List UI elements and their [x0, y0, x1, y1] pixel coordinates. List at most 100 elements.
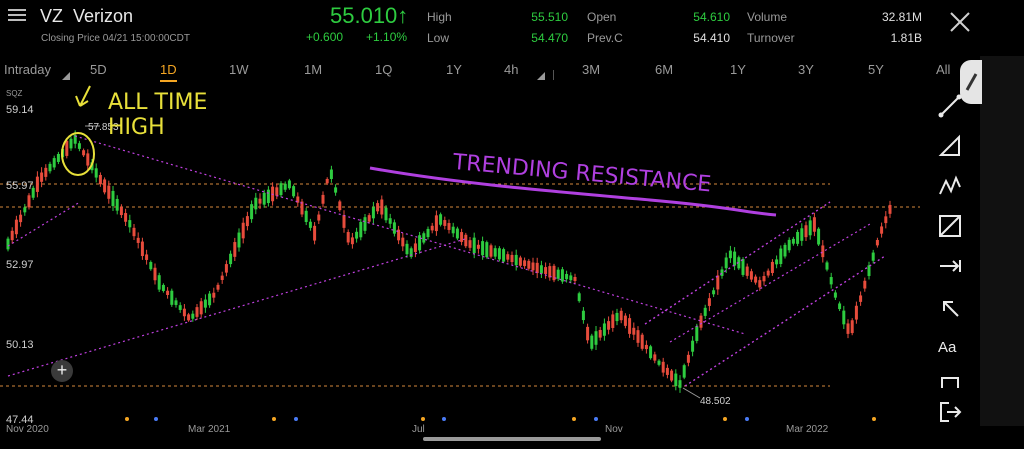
pattern-tool-icon[interactable]: [936, 172, 964, 200]
candle-body: [695, 326, 699, 341]
tab-3m[interactable]: 3M: [582, 62, 600, 77]
text-tool-button[interactable]: Aa: [938, 339, 956, 356]
event-dot[interactable]: [272, 417, 276, 421]
candle-body: [48, 163, 52, 172]
candle-body: [350, 237, 354, 245]
candle-body: [178, 305, 182, 310]
candle-body: [749, 271, 753, 280]
dropdown-caret-icon: [62, 72, 70, 80]
candle-body: [804, 225, 808, 238]
tab-5d[interactable]: 5D: [90, 62, 107, 77]
candle-body: [191, 313, 195, 319]
tab-1w[interactable]: 1W: [229, 62, 249, 77]
candle-body: [871, 252, 875, 261]
tab-3y[interactable]: 3Y: [798, 62, 814, 77]
candle-body: [720, 269, 724, 276]
tab-1d[interactable]: 1D: [160, 62, 177, 82]
candle-body: [216, 284, 220, 290]
candle-body: [544, 267, 548, 275]
tab-1m[interactable]: 1M: [304, 62, 322, 77]
tab-intraday[interactable]: Intraday: [4, 62, 51, 77]
candle-body: [422, 233, 426, 243]
tab-1y[interactable]: 1Y: [446, 62, 462, 77]
line-tool-icon[interactable]: [936, 92, 964, 120]
candle-body: [514, 254, 518, 266]
home-indicator[interactable]: [423, 437, 601, 441]
close-icon[interactable]: [947, 9, 973, 35]
candle-body: [35, 176, 39, 192]
tab-4h[interactable]: 4h: [504, 62, 518, 77]
horizontal-ray-icon[interactable]: [936, 252, 964, 280]
event-dot[interactable]: [294, 417, 298, 421]
candle-body: [241, 222, 245, 239]
candle-body: [472, 237, 476, 254]
triangle-tool-icon[interactable]: [936, 132, 964, 160]
add-indicator-button[interactable]: +: [51, 360, 73, 382]
candle-body: [775, 259, 779, 265]
event-dot[interactable]: [125, 417, 129, 421]
candle-body: [812, 217, 816, 232]
candle-body: [128, 220, 132, 228]
tab-5y[interactable]: 5Y: [868, 62, 884, 77]
candle-body: [712, 290, 716, 295]
event-dot[interactable]: [421, 417, 425, 421]
candle-body: [317, 214, 321, 221]
rectangle-tool-icon[interactable]: [936, 374, 964, 388]
candle-body: [754, 276, 758, 283]
up-arrow-icon: ↑: [397, 3, 409, 28]
candle-body: [523, 260, 527, 267]
candle-body: [279, 183, 283, 196]
candle-body: [262, 192, 266, 205]
candle-body: [598, 329, 602, 338]
candle-body: [77, 143, 81, 149]
candle-body: [392, 222, 396, 234]
event-dot[interactable]: [572, 417, 576, 421]
exit-icon[interactable]: [936, 398, 964, 426]
arrow-tool-icon[interactable]: [936, 294, 964, 322]
x-tick-label: Mar 2021: [188, 424, 231, 435]
candle-body: [506, 254, 510, 260]
tab-all[interactable]: All: [936, 62, 950, 77]
candle-body: [611, 314, 615, 328]
candle-body: [145, 254, 149, 260]
candle-body: [800, 228, 804, 241]
candle-body: [628, 318, 632, 334]
event-dot[interactable]: [442, 417, 446, 421]
candle-body: [665, 367, 669, 375]
candle-body: [371, 207, 375, 219]
fib-tool-icon[interactable]: [936, 212, 964, 240]
candle-body: [502, 249, 506, 262]
candle-body: [783, 244, 787, 257]
price-change-pct: +1.10%: [366, 30, 408, 44]
candle-body: [657, 360, 661, 365]
tab-1q[interactable]: 1Q: [375, 62, 392, 77]
tab-6m[interactable]: 6M: [655, 62, 673, 77]
candle-body: [313, 225, 317, 241]
candle-body: [594, 331, 598, 345]
indicator-label: SQZ: [6, 89, 23, 98]
tab-1y-long[interactable]: 1Y: [730, 62, 746, 77]
menu-icon[interactable]: [8, 6, 26, 21]
candle-body: [384, 207, 388, 221]
candle-body: [863, 280, 867, 289]
candle-body: [619, 310, 623, 321]
event-dot[interactable]: [872, 417, 876, 421]
candle-body: [791, 238, 795, 244]
event-dot[interactable]: [154, 417, 158, 421]
candle-body: [212, 292, 216, 298]
candle-body: [27, 195, 31, 208]
event-dot[interactable]: [723, 417, 727, 421]
candle-body: [586, 326, 590, 341]
candle-body: [489, 245, 493, 257]
candle-body: [481, 241, 485, 256]
candle-body: [19, 214, 23, 223]
candle-body: [208, 293, 212, 306]
candle-body: [623, 315, 627, 326]
event-dot[interactable]: [745, 417, 749, 421]
company-name: Verizon: [73, 6, 134, 26]
candle-body: [833, 292, 837, 298]
candle-body: [195, 307, 199, 317]
candle-body: [308, 221, 312, 228]
event-dot[interactable]: [594, 417, 598, 421]
candle-body: [842, 310, 846, 325]
